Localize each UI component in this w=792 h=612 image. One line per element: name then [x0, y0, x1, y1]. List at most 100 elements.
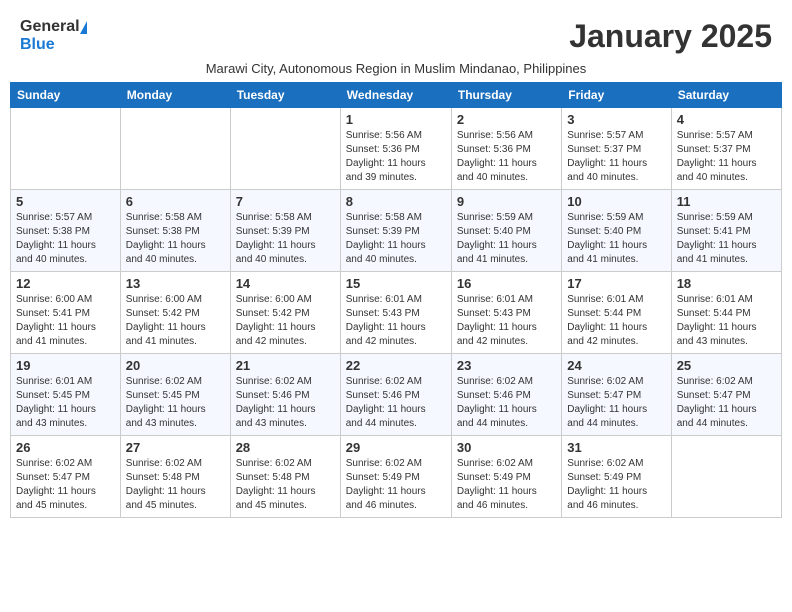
day-number: 20: [126, 358, 225, 373]
day-number: 7: [236, 194, 335, 209]
day-info: Sunrise: 5:59 AM Sunset: 5:41 PM Dayligh…: [677, 211, 776, 267]
day-number: 10: [567, 194, 665, 209]
calendar-cell: [671, 436, 781, 518]
day-number: 28: [236, 440, 335, 455]
day-info: Sunrise: 5:56 AM Sunset: 5:36 PM Dayligh…: [457, 129, 556, 185]
day-number: 22: [346, 358, 446, 373]
calendar-body: 1 Sunrise: 5:56 AM Sunset: 5:36 PM Daylig…: [11, 108, 782, 518]
calendar-cell: 16 Sunrise: 6:01 AM Sunset: 5:43 PM Dayli…: [451, 272, 561, 354]
day-number: 3: [567, 112, 665, 127]
subtitle: Marawi City, Autonomous Region in Muslim…: [10, 59, 782, 82]
day-info: Sunrise: 6:02 AM Sunset: 5:46 PM Dayligh…: [346, 375, 446, 431]
calendar-cell: 14 Sunrise: 6:00 AM Sunset: 5:42 PM Dayli…: [230, 272, 340, 354]
calendar-cell: 26 Sunrise: 6:02 AM Sunset: 5:47 PM Dayli…: [11, 436, 121, 518]
day-info: Sunrise: 6:00 AM Sunset: 5:42 PM Dayligh…: [126, 293, 225, 349]
day-info: Sunrise: 6:02 AM Sunset: 5:48 PM Dayligh…: [126, 457, 225, 513]
header-day-friday: Friday: [562, 83, 671, 108]
day-number: 15: [346, 276, 446, 291]
day-info: Sunrise: 6:02 AM Sunset: 5:47 PM Dayligh…: [567, 375, 665, 431]
calendar-week-5: 26 Sunrise: 6:02 AM Sunset: 5:47 PM Dayli…: [11, 436, 782, 518]
day-number: 13: [126, 276, 225, 291]
logo-general-text: General: [20, 18, 80, 36]
day-info: Sunrise: 5:59 AM Sunset: 5:40 PM Dayligh…: [457, 211, 556, 267]
day-number: 19: [16, 358, 115, 373]
calendar-cell: [230, 108, 340, 190]
calendar-cell: 12 Sunrise: 6:00 AM Sunset: 5:41 PM Dayli…: [11, 272, 121, 354]
calendar-cell: 28 Sunrise: 6:02 AM Sunset: 5:48 PM Dayli…: [230, 436, 340, 518]
logo: General Blue: [20, 18, 87, 54]
calendar-header-row: SundayMondayTuesdayWednesdayThursdayFrid…: [11, 83, 782, 108]
day-number: 30: [457, 440, 556, 455]
day-info: Sunrise: 6:01 AM Sunset: 5:43 PM Dayligh…: [457, 293, 556, 349]
calendar-week-3: 12 Sunrise: 6:00 AM Sunset: 5:41 PM Dayli…: [11, 272, 782, 354]
header: General Blue January 2025: [10, 10, 782, 59]
calendar-cell: [120, 108, 230, 190]
day-number: 6: [126, 194, 225, 209]
calendar-cell: 17Sunrise: 6:01 AM Sunset: 5:44 PM Dayli…: [562, 272, 671, 354]
day-info: Sunrise: 5:56 AM Sunset: 5:36 PM Dayligh…: [346, 129, 446, 185]
day-info: Sunrise: 6:02 AM Sunset: 5:47 PM Dayligh…: [677, 375, 776, 431]
day-info: Sunrise: 5:58 AM Sunset: 5:39 PM Dayligh…: [346, 211, 446, 267]
calendar-cell: 22 Sunrise: 6:02 AM Sunset: 5:46 PM Dayli…: [340, 354, 451, 436]
day-info: Sunrise: 6:02 AM Sunset: 5:48 PM Dayligh…: [236, 457, 335, 513]
day-info: Sunrise: 6:01 AM Sunset: 5:45 PM Dayligh…: [16, 375, 115, 431]
calendar-cell: 13 Sunrise: 6:00 AM Sunset: 5:42 PM Dayli…: [120, 272, 230, 354]
day-info: Sunrise: 6:02 AM Sunset: 5:49 PM Dayligh…: [457, 457, 556, 513]
day-number: 31: [567, 440, 665, 455]
calendar-cell: 3 Sunrise: 5:57 AM Sunset: 5:37 PM Daylig…: [562, 108, 671, 190]
calendar-cell: 27 Sunrise: 6:02 AM Sunset: 5:48 PM Dayli…: [120, 436, 230, 518]
day-number: 29: [346, 440, 446, 455]
day-number: 21: [236, 358, 335, 373]
day-number: 14: [236, 276, 335, 291]
calendar-cell: 10 Sunrise: 5:59 AM Sunset: 5:40 PM Dayli…: [562, 190, 671, 272]
day-number: 25: [677, 358, 776, 373]
calendar-cell: 24Sunrise: 6:02 AM Sunset: 5:47 PM Dayli…: [562, 354, 671, 436]
day-info: Sunrise: 5:58 AM Sunset: 5:39 PM Dayligh…: [236, 211, 335, 267]
calendar-week-4: 19 Sunrise: 6:01 AM Sunset: 5:45 PM Dayli…: [11, 354, 782, 436]
day-number: 12: [16, 276, 115, 291]
calendar-cell: 31 Sunrise: 6:02 AM Sunset: 5:49 PM Dayli…: [562, 436, 671, 518]
calendar-cell: 5 Sunrise: 5:57 AM Sunset: 5:38 PM Daylig…: [11, 190, 121, 272]
day-number: 26: [16, 440, 115, 455]
day-info: Sunrise: 6:02 AM Sunset: 5:46 PM Dayligh…: [236, 375, 335, 431]
calendar-table: SundayMondayTuesdayWednesdayThursdayFrid…: [10, 82, 782, 518]
calendar-cell: 15Sunrise: 6:01 AM Sunset: 5:43 PM Dayli…: [340, 272, 451, 354]
header-day-tuesday: Tuesday: [230, 83, 340, 108]
day-info: Sunrise: 6:00 AM Sunset: 5:42 PM Dayligh…: [236, 293, 335, 349]
day-number: 23: [457, 358, 556, 373]
day-info: Sunrise: 6:01 AM Sunset: 5:44 PM Dayligh…: [677, 293, 776, 349]
calendar-cell: 1 Sunrise: 5:56 AM Sunset: 5:36 PM Daylig…: [340, 108, 451, 190]
day-info: Sunrise: 6:01 AM Sunset: 5:44 PM Dayligh…: [567, 293, 665, 349]
header-day-thursday: Thursday: [451, 83, 561, 108]
day-info: Sunrise: 6:02 AM Sunset: 5:49 PM Dayligh…: [346, 457, 446, 513]
day-number: 18: [677, 276, 776, 291]
day-info: Sunrise: 5:57 AM Sunset: 5:38 PM Dayligh…: [16, 211, 115, 267]
header-day-monday: Monday: [120, 83, 230, 108]
calendar-week-2: 5 Sunrise: 5:57 AM Sunset: 5:38 PM Daylig…: [11, 190, 782, 272]
day-info: Sunrise: 6:00 AM Sunset: 5:41 PM Dayligh…: [16, 293, 115, 349]
day-number: 16: [457, 276, 556, 291]
day-number: 11: [677, 194, 776, 209]
calendar-cell: 30 Sunrise: 6:02 AM Sunset: 5:49 PM Dayli…: [451, 436, 561, 518]
day-info: Sunrise: 5:59 AM Sunset: 5:40 PM Dayligh…: [567, 211, 665, 267]
calendar-cell: 4Sunrise: 5:57 AM Sunset: 5:37 PM Daylig…: [671, 108, 781, 190]
calendar-cell: 23 Sunrise: 6:02 AM Sunset: 5:46 PM Dayli…: [451, 354, 561, 436]
day-info: Sunrise: 6:02 AM Sunset: 5:46 PM Dayligh…: [457, 375, 556, 431]
calendar-cell: 18 Sunrise: 6:01 AM Sunset: 5:44 PM Dayli…: [671, 272, 781, 354]
logo-triangle-icon: [80, 21, 87, 34]
calendar-cell: 19 Sunrise: 6:01 AM Sunset: 5:45 PM Dayli…: [11, 354, 121, 436]
day-number: 5: [16, 194, 115, 209]
day-info: Sunrise: 6:02 AM Sunset: 5:45 PM Dayligh…: [126, 375, 225, 431]
day-number: 1: [346, 112, 446, 127]
calendar-cell: [11, 108, 121, 190]
day-info: Sunrise: 6:02 AM Sunset: 5:47 PM Dayligh…: [16, 457, 115, 513]
day-info: Sunrise: 5:57 AM Sunset: 5:37 PM Dayligh…: [567, 129, 665, 185]
day-number: 27: [126, 440, 225, 455]
calendar-cell: 9Sunrise: 5:59 AM Sunset: 5:40 PM Daylig…: [451, 190, 561, 272]
day-info: Sunrise: 6:02 AM Sunset: 5:49 PM Dayligh…: [567, 457, 665, 513]
logo-blue-text: Blue: [20, 36, 55, 53]
calendar-cell: 2Sunrise: 5:56 AM Sunset: 5:36 PM Daylig…: [451, 108, 561, 190]
day-number: 8: [346, 194, 446, 209]
header-day-saturday: Saturday: [671, 83, 781, 108]
calendar-cell: 21 Sunrise: 6:02 AM Sunset: 5:46 PM Dayli…: [230, 354, 340, 436]
